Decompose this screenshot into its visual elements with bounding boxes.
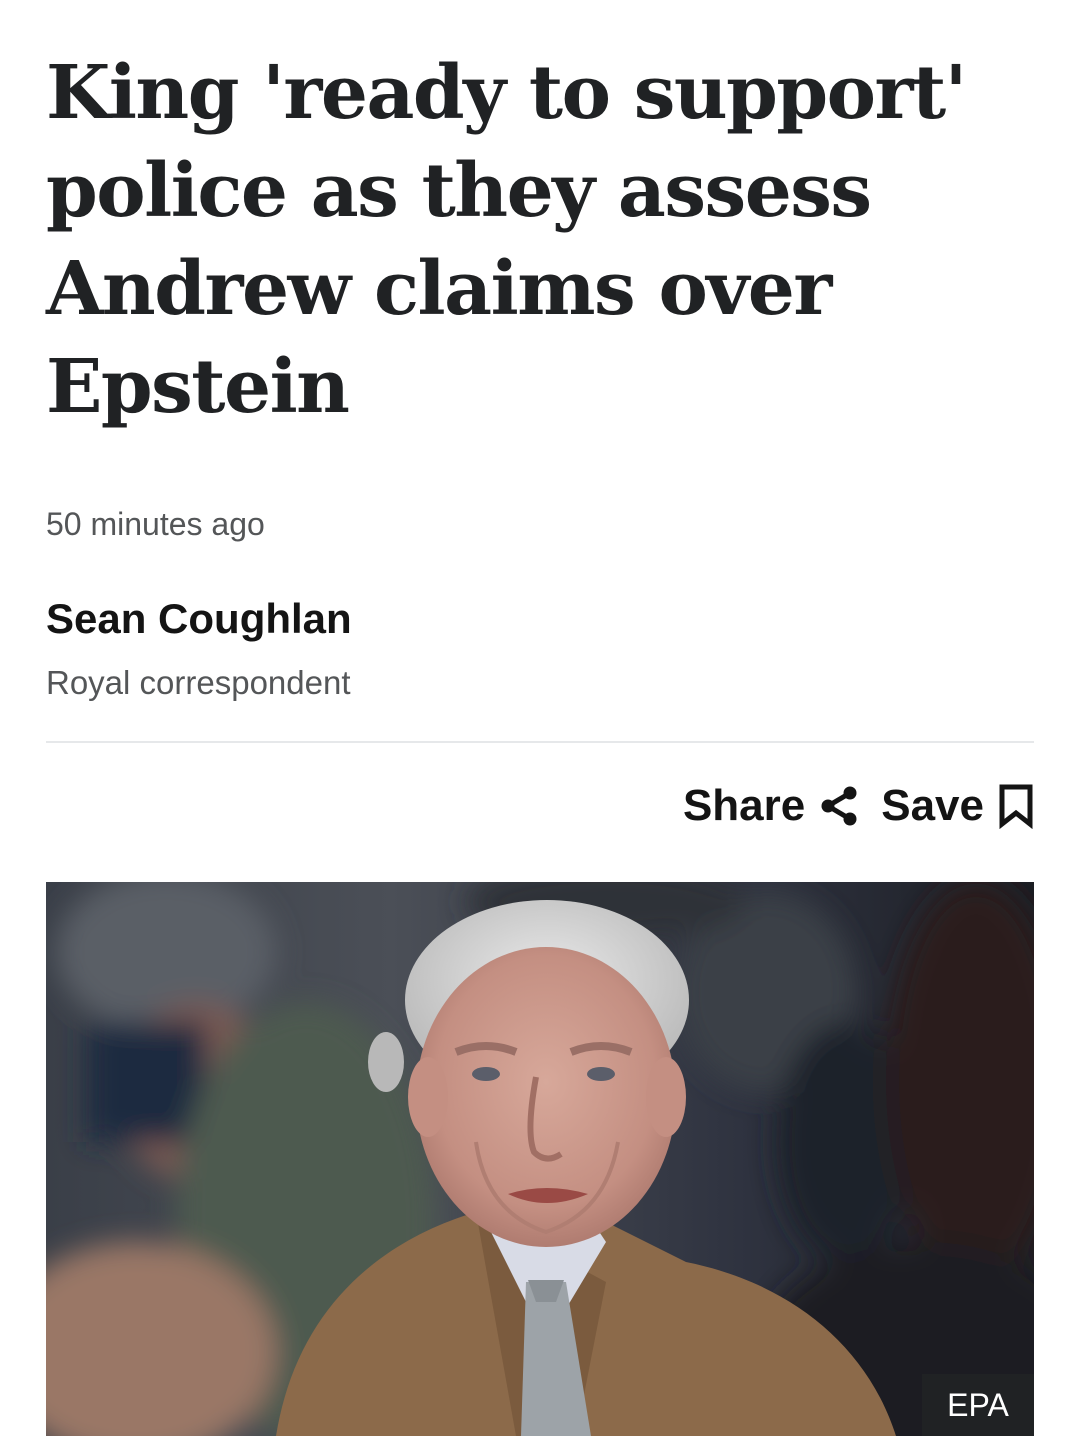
article-headline: King 'ready to support' police as they a… [46,50,967,430]
author-role: Royal correspondent [46,664,351,701]
byline-divider [46,741,1034,743]
article-actions: Share Save [683,778,1034,834]
save-label: Save [881,781,984,830]
hero-image: EPA [46,882,1034,1436]
bookmark-icon [999,784,1033,829]
share-label: Share [682,781,806,830]
portrait-photo [46,882,1034,1436]
share-button[interactable]: Share [683,781,859,831]
publish-timestamp: 50 minutes ago [46,506,265,542]
save-button[interactable]: Save [881,781,1034,831]
share-icon [821,786,857,826]
image-credit: EPA [922,1374,1034,1436]
author-name: Sean Coughlan [46,595,352,642]
